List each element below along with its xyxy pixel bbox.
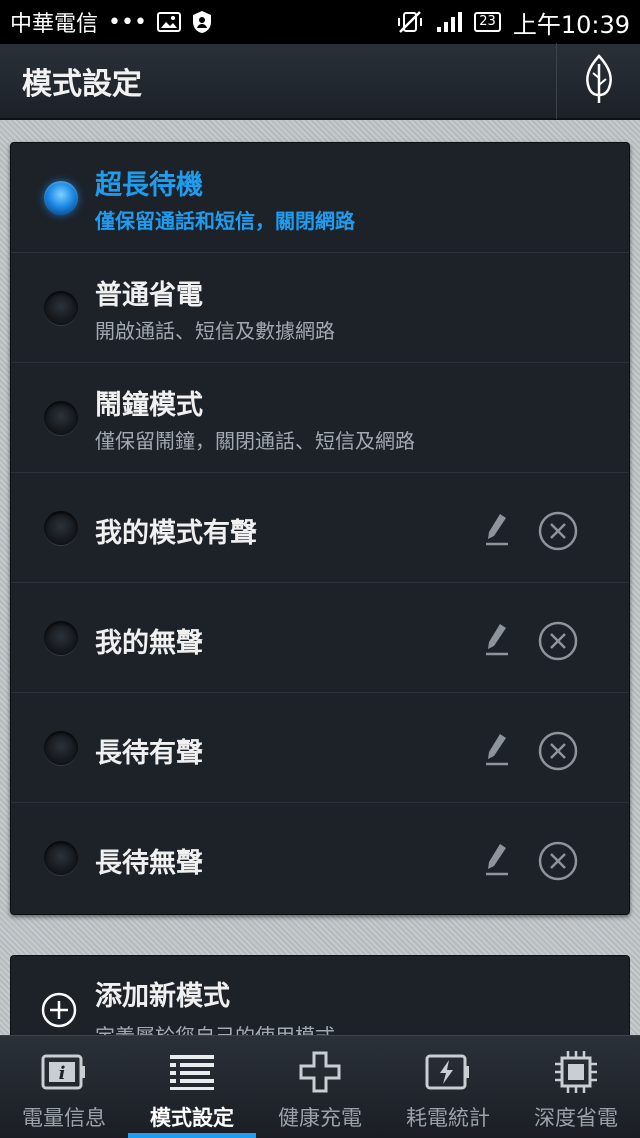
mode-description: 僅保留鬧鐘，關閉通話、短信及網路 (95, 429, 415, 453)
mode-title: 我的無聲 (95, 628, 203, 659)
radio-unselected[interactable] (44, 841, 78, 875)
delete-button[interactable] (538, 731, 578, 775)
mode-description: 僅保留通話和短信，關閉網路 (95, 209, 355, 233)
tab-health-charge[interactable]: 健康充電 (256, 1036, 384, 1138)
edit-button[interactable] (479, 843, 515, 879)
close-circle-icon (538, 841, 578, 885)
mode-title: 超長待機 (95, 170, 203, 201)
pencil-icon (482, 732, 512, 770)
radio-unselected[interactable] (44, 621, 78, 655)
tab-label: 深度省電 (534, 1106, 618, 1130)
shield-icon (191, 10, 213, 34)
page-title: 模式設定 (22, 67, 142, 102)
health-charge-icon (299, 1050, 341, 1094)
bottom-nav: i 電量信息 模式設定 健康充電 耗電統計 深度省電 (0, 1035, 640, 1138)
tab-power-stats[interactable]: 耗電統計 (384, 1036, 512, 1138)
mode-list-icon (170, 1050, 214, 1094)
mode-item-custom-1[interactable]: 我的模式有聲 (11, 473, 629, 583)
chip-icon (554, 1050, 598, 1094)
add-mode-title: 添加新模式 (95, 981, 230, 1012)
radio-unselected[interactable] (44, 291, 78, 325)
radio-unselected[interactable] (44, 731, 78, 765)
vibrate-off-icon (396, 10, 424, 34)
power-stats-icon (425, 1050, 471, 1094)
mode-list: 超長待機 僅保留通話和短信，關閉網路 普通省電 開啟通話、短信及數據網路 鬧鐘模… (10, 142, 630, 915)
pencil-icon (482, 622, 512, 660)
tab-label: 耗電統計 (406, 1106, 490, 1130)
carrier-label: 中華電信 (10, 12, 99, 37)
close-circle-icon (538, 731, 578, 775)
radio-unselected[interactable] (44, 511, 78, 545)
mode-item-normal-saving[interactable]: 普通省電 開啟通話、短信及數據網路 (11, 253, 629, 363)
pencil-icon (482, 842, 512, 880)
radio-unselected[interactable] (44, 401, 78, 435)
mode-item-super-standby[interactable]: 超長待機 僅保留通話和短信，關閉網路 (11, 143, 629, 253)
mode-title: 長待無聲 (95, 848, 203, 879)
battery-info-icon: i (41, 1050, 87, 1094)
mode-title: 鬧鐘模式 (95, 390, 203, 421)
leaf-icon (583, 54, 615, 108)
mode-item-custom-4[interactable]: 長待無聲 (11, 803, 629, 913)
delete-button[interactable] (538, 841, 578, 885)
leaf-button[interactable] (556, 43, 640, 119)
mode-item-alarm[interactable]: 鬧鐘模式 僅保留鬧鐘，關閉通話、短信及網路 (11, 363, 629, 473)
mode-item-custom-3[interactable]: 長待有聲 (11, 693, 629, 803)
battery-icon: 23 (474, 12, 501, 32)
tab-label: 健康充電 (278, 1106, 362, 1130)
close-circle-icon (538, 621, 578, 665)
tab-label: 模式設定 (150, 1106, 234, 1130)
mode-title: 長待有聲 (95, 738, 203, 769)
edit-button[interactable] (479, 513, 515, 549)
more-notifications-icon: ••• (108, 9, 147, 35)
close-circle-icon (538, 511, 578, 555)
status-clock: 上午10:39 (512, 10, 630, 39)
edit-button[interactable] (479, 623, 515, 659)
tab-mode-settings[interactable]: 模式設定 (128, 1036, 256, 1138)
radio-selected[interactable] (44, 181, 78, 215)
image-icon (156, 11, 181, 33)
delete-button[interactable] (538, 621, 578, 665)
mode-description: 開啟通話、短信及數據網路 (95, 319, 335, 343)
mode-title: 我的模式有聲 (95, 518, 257, 549)
delete-button[interactable] (538, 511, 578, 555)
edit-button[interactable] (479, 733, 515, 769)
tab-deep-saving[interactable]: 深度省電 (512, 1036, 640, 1138)
plus-circle-icon (41, 992, 77, 1028)
tab-label: 電量信息 (22, 1106, 106, 1130)
mode-title: 普通省電 (95, 280, 203, 311)
pencil-icon (482, 512, 512, 550)
signal-icon (436, 11, 463, 33)
mode-item-custom-2[interactable]: 我的無聲 (11, 583, 629, 693)
status-bar: 中華電信 ••• 23 上午10:39 (0, 0, 640, 44)
app-header: 模式設定 (0, 43, 640, 120)
svg-text:i: i (59, 1063, 66, 1084)
tab-battery-info[interactable]: i 電量信息 (0, 1036, 128, 1138)
